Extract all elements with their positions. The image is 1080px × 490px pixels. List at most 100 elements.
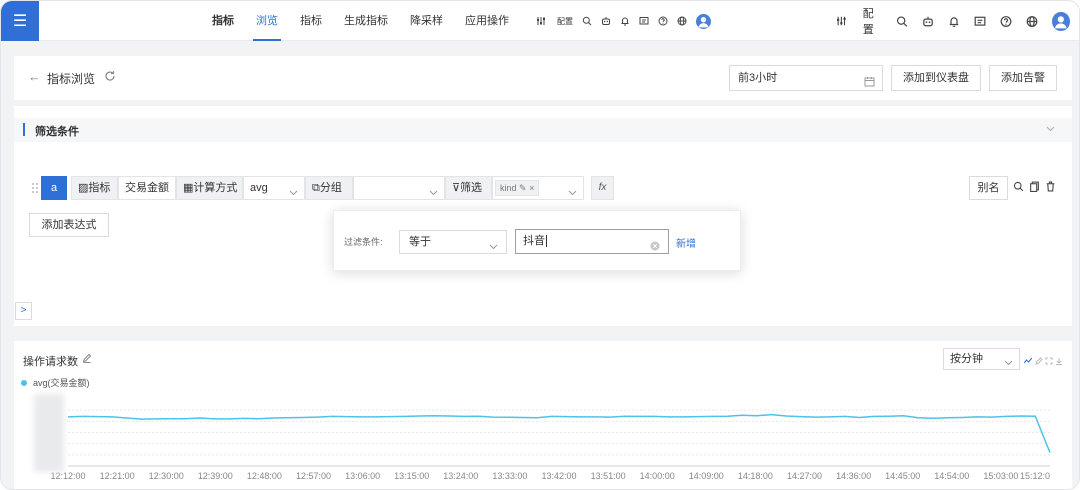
filter-panel-title: 筛选条件 [35,126,79,138]
nav-item-metrics-title[interactable]: 指标 [201,1,245,41]
operator-select[interactable]: 等于 [399,230,507,254]
filter-condition-popover: 过滤条件: 等于 抖音 新增 [333,210,741,271]
refresh-icon[interactable] [104,70,116,82]
chevron-right-icon[interactable]: > [15,302,32,320]
line-chart-icon[interactable] [1023,356,1033,364]
granularity-value: 按分钟 [950,353,983,365]
page-header: ← 指标浏览 前3小时 添加到仪表盘 添加告警 [14,56,1072,100]
chevron-down-icon [489,237,498,250]
edit-icon[interactable]: ✎ [519,183,527,193]
close-icon[interactable]: × [529,183,534,193]
menu-icon[interactable]: ☰ [1,1,39,41]
bell-icon[interactable] [620,16,630,26]
filter-tag-label: kind [500,183,517,193]
help-icon[interactable] [1000,15,1012,28]
back-arrow-icon[interactable]: ← [28,69,41,84]
globe-icon[interactable] [1026,15,1038,28]
chart-panel: 操作请求数 avg(交易金额) 按分钟 12:12:00 12:21:00 12:3… [14,341,1072,489]
drag-handle-icon[interactable] [30,181,40,195]
calc-label: ▦计算方式 [176,176,243,200]
line-chart: 12:12:00 12:21:00 12:30:00 12:39:00 12:48:00… [50,409,1051,481]
main-nav: 指标 浏览 指标 生成指标 降采样 应用操作 [201,1,520,41]
chart-icon: ▨ [78,182,89,194]
filter-panel-header[interactable]: 筛选条件 [14,118,1072,142]
add-condition-link[interactable]: 新增 [676,235,696,250]
calendar-icon [864,72,875,87]
time-range-select[interactable]: 前3小时 [729,65,883,91]
chevron-down-icon [568,183,577,196]
message-icon[interactable] [974,15,986,28]
search-icon[interactable] [582,16,592,26]
toolbar-icons-large: 配置 [836,1,1079,41]
x-tick-label: 14:00:00 [640,471,675,481]
avatar[interactable] [696,13,711,29]
series-line[interactable] [67,413,1051,453]
filter-label: ⊽筛选 [445,176,492,200]
config-label: 配置 [557,16,573,26]
calc-select-value: avg [250,182,268,194]
legend-label: avg(交易金额) [33,378,90,388]
x-tick-label: 14:09:00 [689,471,724,481]
expression-variable: a [41,176,67,200]
x-tick-label: 12:57:00 [296,471,331,481]
config-icon [836,15,847,27]
bell-icon[interactable] [948,15,960,28]
clear-icon[interactable] [650,237,660,251]
globe-icon[interactable] [677,16,687,26]
chart-legend[interactable]: avg(交易金额) [21,376,90,389]
config-button-large[interactable]: 配置 [836,5,882,37]
granularity-select[interactable]: 按分钟 [943,348,1020,370]
calc-select[interactable]: avg [243,176,305,200]
robot-icon[interactable] [922,15,934,28]
config-button[interactable]: 配置 [536,16,573,27]
edit-icon[interactable] [1035,356,1043,365]
filter-icon: ⊽ [452,182,461,194]
filter-tag[interactable]: kind ✎ × [495,180,540,196]
nav-item-generate-metrics[interactable]: 生成指标 [333,1,399,41]
calculator-icon: ▦ [183,182,194,194]
nav-item-downsample[interactable]: 降采样 [399,1,454,41]
x-tick-label: 12:21:00 [100,471,135,481]
nav-item-app-ops[interactable]: 应用操作 [454,1,520,41]
x-tick-label: 14:27:00 [787,471,822,481]
toolbar-icons-small: 配置 [536,1,720,41]
copy-icon[interactable] [1029,181,1040,192]
group-icon: ⧉ [312,182,320,194]
edit-icon[interactable] [82,353,92,363]
nav-item-browse[interactable]: 浏览 [245,1,289,41]
x-tick-label: 12:30:00 [149,471,184,481]
search-icon[interactable] [896,15,908,28]
filter-value-input[interactable]: 抖音 [515,229,669,254]
group-select[interactable] [353,176,445,200]
add-to-dashboard-button[interactable]: 添加到仪表盘 [891,65,981,91]
condition-label: 过滤条件: [344,237,383,247]
x-tick-label: 13:42:00 [541,471,576,481]
message-icon[interactable] [639,16,649,26]
nav-item-metrics[interactable]: 指标 [289,1,333,41]
robot-icon[interactable] [601,16,611,26]
fx-button[interactable]: fx [591,176,614,200]
avatar[interactable] [1052,11,1071,31]
x-tick-label: 13:33:00 [492,471,527,481]
alias-button[interactable]: 别名 [969,176,1008,200]
metric-select[interactable]: 交易金额 [118,176,176,200]
x-tick-label: 14:45:00 [885,471,920,481]
calc-label-text: 计算方式 [193,182,238,194]
download-icon[interactable] [1055,356,1063,365]
chart-title: 操作请求数 [23,356,78,368]
delete-icon[interactable] [1045,181,1056,192]
search-icon[interactable] [1013,181,1024,192]
help-icon[interactable] [658,16,668,26]
x-tick-label: 13:15:00 [394,471,429,481]
x-tick-label: 13:06:00 [345,471,380,481]
x-tick-label: 12:48:00 [247,471,282,481]
chevron-down-icon[interactable] [1045,123,1056,134]
x-tick-label: 15:12:0 [1020,471,1050,481]
add-expression-button[interactable]: 添加表达式 [29,213,109,237]
expression-row: a ▨指标 交易金额 ▦计算方式 avg ⧉分组 ⊽筛选 kind ✎ × fx… [14,176,1072,200]
chevron-down-icon [1004,354,1013,366]
config-icon [536,16,546,26]
operator-value: 等于 [409,236,431,248]
fullscreen-icon[interactable] [1045,356,1053,365]
add-alert-button[interactable]: 添加告警 [989,65,1057,91]
